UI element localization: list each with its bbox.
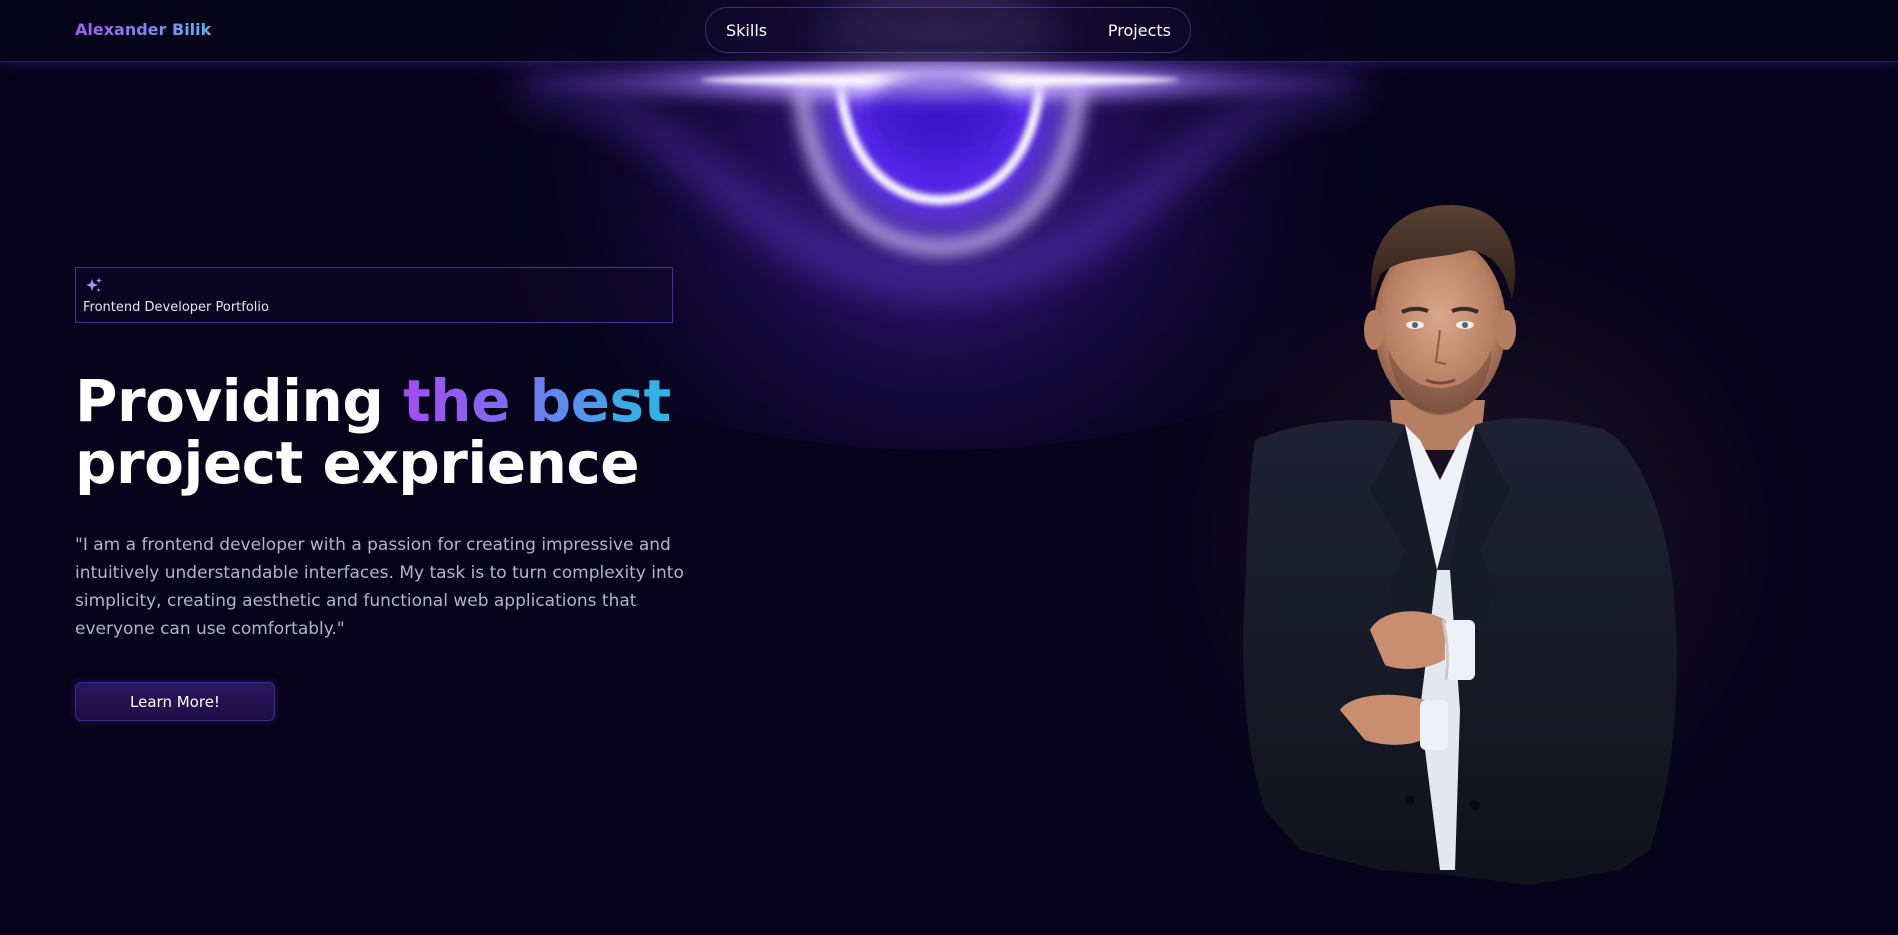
portrait-image	[1243, 205, 1677, 885]
portfolio-badge: Frontend Developer Portfolio	[75, 267, 673, 323]
hero-title: Providing the best project exprience	[75, 370, 671, 494]
hero-title-part2: project exprience	[75, 429, 640, 497]
hero-title-accent: the best	[403, 367, 671, 435]
hero-title-part1: Providing	[75, 367, 404, 435]
learn-more-button[interactable]: Learn More!	[75, 682, 275, 721]
top-navbar: Alexander Bilik Skills Projects	[0, 0, 1898, 62]
nav-link-skills[interactable]: Skills	[726, 21, 767, 40]
sparkle-icon	[86, 277, 102, 292]
site-logo[interactable]: Alexander Bilik	[75, 20, 211, 39]
page: Alexander Bilik Skills Projects Frontend…	[0, 0, 1898, 935]
nav-menu: Skills Projects	[705, 7, 1191, 53]
nav-link-projects[interactable]: Projects	[1108, 21, 1171, 40]
badge-label: Frontend Developer Portfolio	[83, 300, 269, 315]
hero-description: "I am a frontend developer with a passio…	[75, 535, 684, 639]
